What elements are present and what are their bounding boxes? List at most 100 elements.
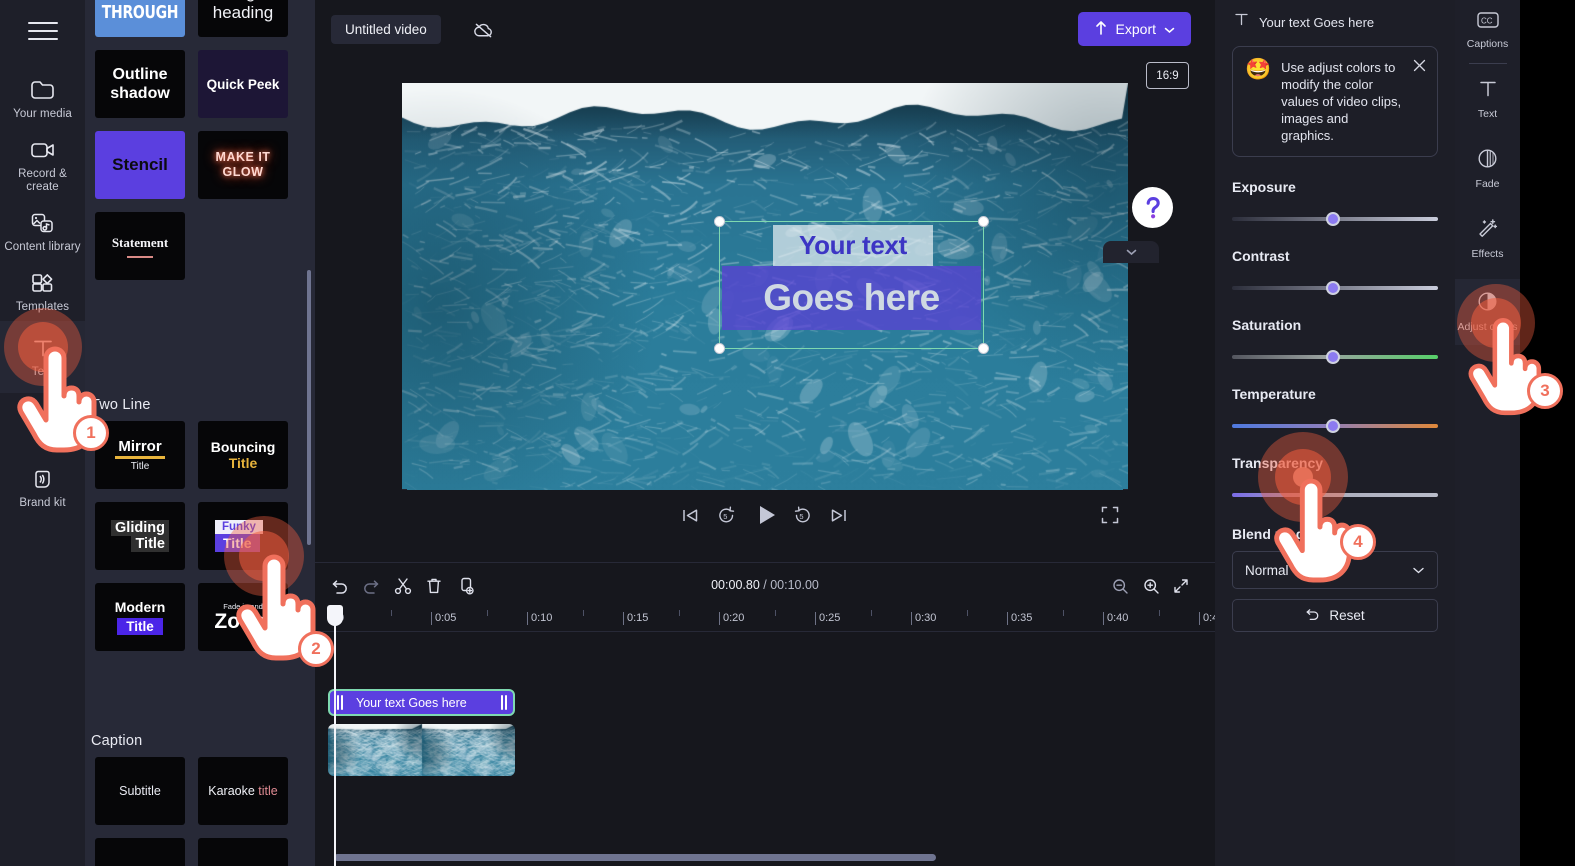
template-card-modern-title[interactable]: Modern Title <box>95 583 185 651</box>
sidebar-item-text[interactable]: Text <box>0 321 85 393</box>
left-sidebar: Your media Record & create Content libra… <box>0 0 85 866</box>
exposure-slider[interactable] <box>1232 212 1438 226</box>
ruler-label: 0:30 <box>915 612 937 624</box>
slider-thumb[interactable] <box>1325 419 1340 433</box>
folder-icon <box>29 77 57 103</box>
sidebar-item-your-media[interactable]: Your media <box>0 68 85 128</box>
fit-to-screen-button[interactable] <box>1168 573 1194 599</box>
play-button[interactable] <box>750 500 784 530</box>
right-item-adjust-colors[interactable]: Adjust colors <box>1455 279 1520 345</box>
template-card-karaoke-title[interactable]: Karaoke title <box>198 757 288 825</box>
zoom-in-button[interactable] <box>1138 573 1164 599</box>
slider-thumb[interactable] <box>1325 350 1340 364</box>
sidebar-item-content-library[interactable]: Content library <box>0 201 85 261</box>
template-card-quick-peek[interactable]: Quick Peek <box>198 50 288 118</box>
right-item-label: Effects <box>1471 248 1504 260</box>
template-card-mirror[interactable]: Mirror Title <box>95 421 185 489</box>
template-card-gliding-title[interactable]: Gliding Title <box>95 502 185 570</box>
export-button[interactable]: Export <box>1077 12 1191 46</box>
template-card-large-heading[interactable]: Large heading <box>198 0 288 37</box>
ruler-label: 0:25 <box>819 612 841 624</box>
template-card-partial-2[interactable] <box>198 838 288 866</box>
right-item-captions[interactable]: CC Captions <box>1455 0 1520 57</box>
template-card-stencil[interactable]: Stencil <box>95 131 185 199</box>
sidebar-item-record-create[interactable]: Record & create <box>0 128 85 201</box>
timecode-display: 00:00.80 / 00:10.00 <box>315 578 1215 592</box>
templates-grid-top: PUSH THROUGH Large heading Outline shado… <box>90 0 288 280</box>
template-card-fade-zoom[interactable]: Fade in and Zoom <box>198 583 288 651</box>
template-card-make-it-glow[interactable]: MAKE IT GLOW <box>198 131 288 199</box>
timeline-horizontal-scrollbar[interactable] <box>334 854 936 861</box>
collapse-left-panel-button[interactable] <box>402 489 407 490</box>
contrast-slider[interactable] <box>1232 281 1438 295</box>
templates-scrollbar[interactable] <box>307 270 311 545</box>
saturation-slider[interactable] <box>1232 350 1438 364</box>
transparency-slider[interactable] <box>1232 488 1438 502</box>
aspect-ratio-button[interactable]: 16:9 <box>1146 62 1189 89</box>
sidebar-item-label: Templates <box>15 301 70 313</box>
resize-handle-bottom-right[interactable] <box>978 343 989 354</box>
template-card-outline-shadow[interactable]: Outline shadow <box>95 50 185 118</box>
template-card-line2: Title <box>130 461 150 472</box>
timeline-video-clip[interactable] <box>328 724 515 776</box>
template-card-push-through[interactable]: PUSH THROUGH <box>95 0 185 37</box>
ruler-label: 0:10 <box>531 612 553 624</box>
fullscreen-button[interactable] <box>1095 500 1125 530</box>
svg-text:5: 5 <box>723 512 727 521</box>
current-time: 00:00.80 <box>711 578 760 592</box>
right-item-text[interactable]: Text <box>1455 70 1520 127</box>
close-icon[interactable] <box>1409 55 1429 75</box>
ruler-label: 0:35 <box>1011 612 1033 624</box>
resize-handle-top-left[interactable] <box>714 216 725 227</box>
template-card-line2: Title <box>228 455 258 471</box>
video-preview-canvas[interactable]: Your text Goes here <box>402 83 1128 490</box>
template-card-statement[interactable]: Statement <box>95 212 185 280</box>
captions-icon: CC <box>1476 11 1500 34</box>
template-card-subtitle[interactable]: Subtitle <box>95 757 185 825</box>
skip-to-start-button[interactable] <box>675 500 705 530</box>
right-sidebar: CC Captions Text Fade Effects Adjust col… <box>1455 0 1520 866</box>
resize-handle-bottom-left[interactable] <box>714 343 725 354</box>
collapse-preview-button[interactable] <box>1103 241 1159 263</box>
collapse-right-panel-button[interactable] <box>1123 489 1128 490</box>
resize-handle-top-right[interactable] <box>978 216 989 227</box>
templates-grid-two-line: Mirror Title Bouncing Title Gliding Titl… <box>90 421 288 651</box>
slider-thumb[interactable] <box>1325 281 1340 295</box>
skip-to-end-button[interactable] <box>823 500 853 530</box>
template-card-partial-1[interactable] <box>95 838 185 866</box>
sidebar-item-brand-kit[interactable]: Brand kit <box>0 457 85 517</box>
forward-5-button[interactable]: 5 <box>787 500 817 530</box>
timeline-ruler[interactable]: 0 0:05 0:10 0:15 0:20 0:25 0:30 0:35 0:4… <box>315 606 1218 632</box>
properties-title: Your text Goes here <box>1259 14 1375 30</box>
slider-label-temperature: Temperature <box>1232 386 1316 402</box>
sidebar-item-label: Your media <box>13 108 72 120</box>
right-item-label: Captions <box>1466 38 1509 50</box>
rewind-5-button[interactable]: 5 <box>711 500 741 530</box>
text-selection-box[interactable] <box>714 216 989 354</box>
help-button[interactable] <box>1132 187 1173 228</box>
blend-mode-label: Blend mode <box>1232 526 1313 542</box>
cloud-offline-icon[interactable] <box>467 14 499 46</box>
blend-mode-value: Normal <box>1245 562 1289 578</box>
clip-thumbnail <box>328 724 515 776</box>
zoom-out-button[interactable] <box>1107 573 1133 599</box>
project-title-input[interactable]: Untitled video <box>331 15 441 44</box>
clip-trim-handle-right[interactable] <box>497 694 510 711</box>
timeline-playhead[interactable] <box>327 605 343 866</box>
right-item-effects[interactable]: Effects <box>1455 209 1520 267</box>
blend-mode-select[interactable]: Normal <box>1232 551 1438 589</box>
reset-button[interactable]: Reset <box>1232 599 1438 632</box>
right-item-fade[interactable]: Fade <box>1455 139 1520 197</box>
hamburger-icon[interactable] <box>27 20 58 42</box>
temperature-slider[interactable] <box>1232 419 1438 433</box>
text-icon <box>1478 79 1498 104</box>
timeline-text-clip[interactable]: Your text Goes here <box>328 689 515 716</box>
template-card-bouncing-title[interactable]: Bouncing Title <box>198 421 288 489</box>
playback-controls: 5 5 <box>315 492 1215 538</box>
slider-thumb[interactable] <box>1325 212 1340 226</box>
sidebar-item-templates[interactable]: Templates <box>0 261 85 321</box>
playhead-knob[interactable] <box>327 605 343 626</box>
template-card-funky-title[interactable]: Funky Title <box>198 502 288 570</box>
section-header-two-line: Two Line <box>91 397 151 413</box>
slider-label-saturation: Saturation <box>1232 317 1302 333</box>
